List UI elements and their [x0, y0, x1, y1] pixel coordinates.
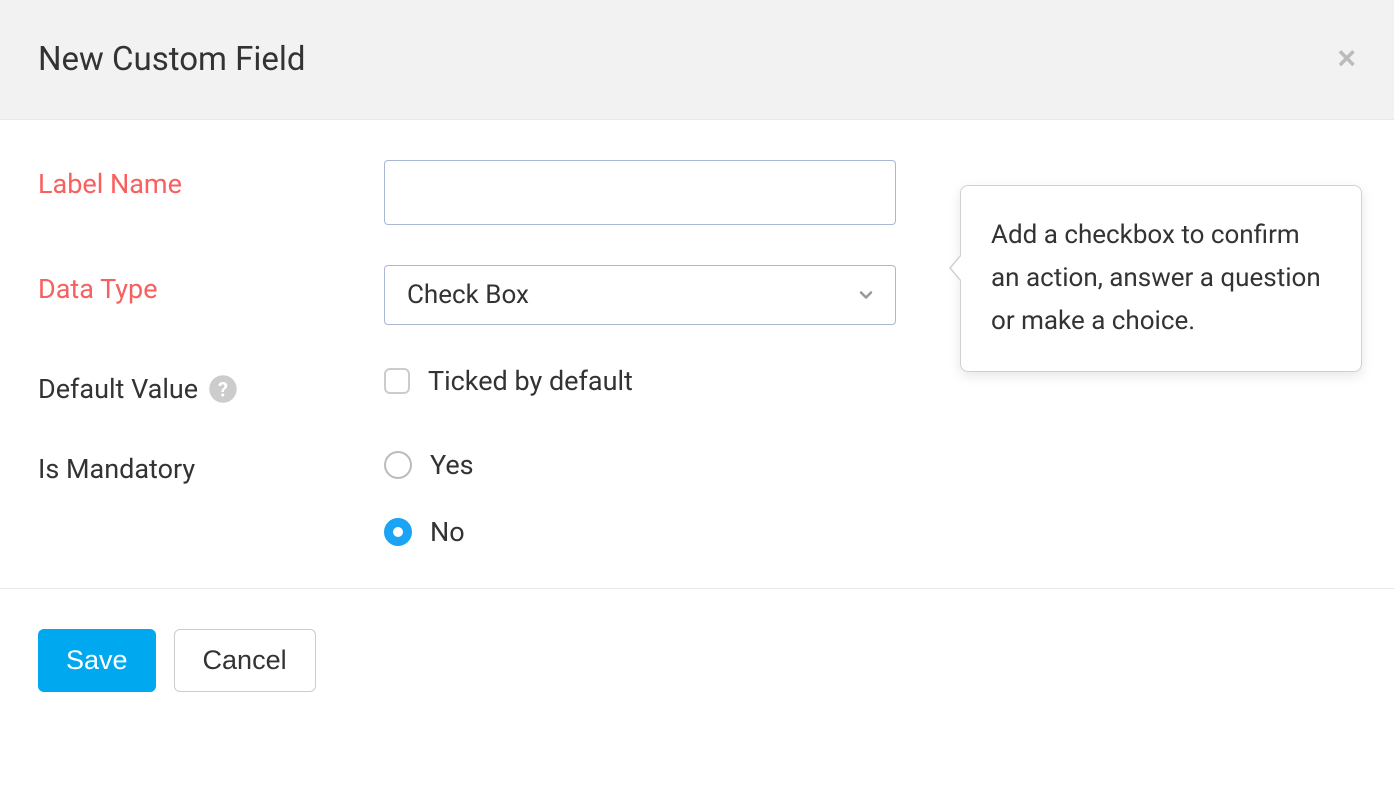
mandatory-no-radio[interactable]: No — [384, 516, 474, 548]
data-type-label: Data Type — [38, 265, 384, 305]
data-type-tooltip: Add a checkbox to confirm an action, ans… — [960, 185, 1362, 372]
close-icon: × — [1337, 40, 1356, 76]
data-type-select[interactable]: Check Box — [384, 265, 896, 325]
radio-inner-dot — [393, 527, 403, 537]
default-value-label-text: Default Value — [38, 373, 198, 405]
save-button[interactable]: Save — [38, 629, 156, 692]
close-button[interactable]: × — [1337, 42, 1356, 74]
is-mandatory-label: Is Mandatory — [38, 445, 384, 485]
modal-header: New Custom Field × — [0, 0, 1394, 120]
ticked-by-default-checkbox[interactable] — [384, 368, 410, 394]
default-value-checkbox-wrapper: Ticked by default — [384, 365, 633, 397]
data-type-select-wrapper: Check Box — [384, 265, 896, 325]
is-mandatory-radio-group: Yes No — [384, 445, 474, 548]
default-value-label: Default Value ? — [38, 365, 384, 405]
label-name-label: Label Name — [38, 160, 384, 200]
data-type-row: Data Type Check Box Add a checkbox to co… — [38, 265, 1356, 325]
mandatory-no-label: No — [430, 516, 465, 548]
data-type-selected-value: Check Box — [407, 280, 529, 310]
modal-footer: Save Cancel — [0, 588, 1394, 732]
label-name-input[interactable] — [384, 160, 896, 225]
radio-circle-no — [384, 518, 412, 546]
modal-title: New Custom Field — [38, 40, 1356, 79]
help-icon[interactable]: ? — [208, 374, 238, 404]
default-value-row: Default Value ? Ticked by default — [38, 365, 1356, 405]
mandatory-yes-radio[interactable]: Yes — [384, 449, 474, 481]
mandatory-yes-label: Yes — [430, 449, 474, 481]
cancel-button[interactable]: Cancel — [174, 629, 316, 692]
modal-body: Label Name Data Type Check Box Add a che… — [0, 120, 1394, 588]
radio-circle-yes — [384, 451, 412, 479]
is-mandatory-row: Is Mandatory Yes No — [38, 445, 1356, 548]
svg-text:?: ? — [218, 378, 228, 402]
ticked-by-default-label: Ticked by default — [428, 365, 633, 397]
